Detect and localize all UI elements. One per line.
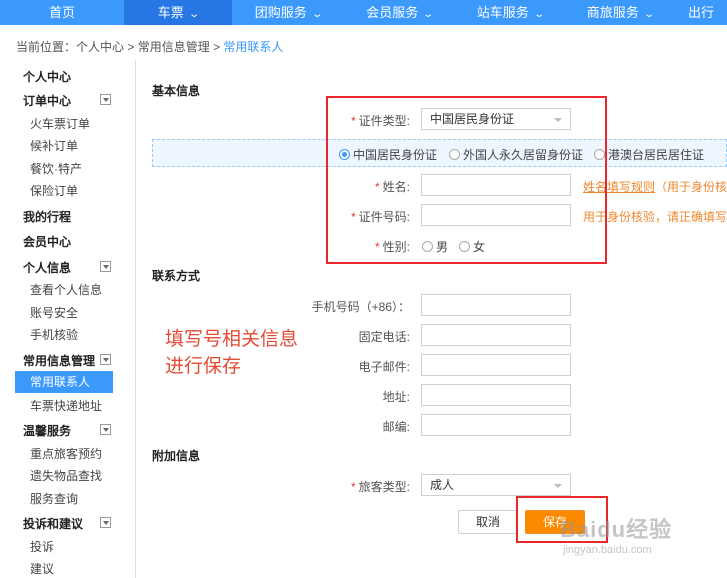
name-hint-text: （用于身份核 [655, 180, 727, 194]
chevron-down-icon [554, 484, 562, 488]
landline-label: 固定电话: [358, 330, 410, 344]
email-input[interactable] [421, 354, 571, 376]
chevron-down-icon: ⌄ [643, 9, 655, 20]
sidebar-item-catering[interactable]: 餐饮·特产 [30, 160, 82, 177]
passenger-type-label-text: 旅客类型: [358, 480, 410, 494]
postcode-input[interactable] [421, 414, 571, 436]
chevron-down-icon: ⌄ [311, 9, 323, 20]
nav-business-travel[interactable]: 商旅服务 ⌄ [565, 0, 675, 25]
annotation-text: 填写号相关信息 进行保存 [165, 326, 298, 380]
sidebar-group-orders[interactable]: 订单中心 [23, 92, 71, 109]
sidebar-item-complaint[interactable]: 投诉 [30, 538, 54, 555]
watermark: Baidu经验 jingyan.baidu.com [560, 512, 673, 556]
sidebar-item-view-info[interactable]: 查看个人信息 [30, 281, 102, 298]
sidebar-item-suggestion[interactable]: 建议 [30, 560, 54, 577]
sidebar-group-care-services[interactable]: 温馨服务 [23, 422, 71, 439]
watermark-url: jingyan.baidu.com [563, 544, 652, 556]
sidebar-group-member-center[interactable]: 会员中心 [23, 233, 71, 250]
section-extra-info: 附加信息 [152, 449, 201, 463]
nav-group-service[interactable]: 团购服务 ⌄ [232, 0, 344, 25]
sidebar-group-personal-center[interactable]: 个人中心 [23, 68, 71, 85]
nav-station-service[interactable]: 站车服务 ⌄ [455, 0, 565, 25]
nav-label: 团购服务 [254, 5, 307, 20]
breadcrumb-item[interactable]: 常用信息管理 [138, 40, 210, 54]
sidebar-item-common-contacts[interactable]: 常用联系人 [15, 371, 113, 393]
collapse-toggle-icon[interactable] [100, 517, 111, 528]
chevron-down-icon: ⌄ [533, 9, 545, 20]
sidebar-item-insurance-orders[interactable]: 保险订单 [30, 182, 78, 199]
passenger-type-label: * 旅客类型: [351, 478, 410, 495]
email-label: 电子邮件: [358, 360, 410, 374]
nav-label: 商旅服务 [586, 5, 639, 20]
landline-input[interactable] [421, 324, 571, 346]
required-mark: * [350, 480, 356, 494]
sidebar: 个人中心 订单中心 火车票订单 候补订单 餐饮·特产 保险订单 我的行程 会员中… [0, 60, 136, 578]
collapse-toggle-icon[interactable] [100, 424, 111, 435]
highlight-box-basic-info [326, 96, 607, 264]
annotation-line: 填写号相关信息 [165, 328, 299, 350]
chevron-down-icon: ⌄ [422, 9, 435, 20]
sidebar-item-service-query[interactable]: 服务查询 [30, 490, 78, 507]
nav-label: 站车服务 [476, 5, 529, 20]
postcode-label: 邮编: [382, 420, 410, 434]
top-nav: 首页 车票 ⌄ 团购服务 ⌄ 会员服务 ⌄ 站车服务 ⌄ 商旅服务 ⌄ 出行 [0, 0, 727, 25]
breadcrumb-separator: > [209, 40, 224, 54]
collapse-toggle-icon[interactable] [100, 94, 111, 105]
section-basic-info: 基本信息 [152, 84, 201, 98]
collapse-toggle-icon[interactable] [100, 354, 111, 365]
breadcrumb-prefix: 当前位置： [16, 40, 77, 54]
sidebar-group-common-info[interactable]: 常用信息管理 [23, 352, 95, 369]
nav-tickets[interactable]: 车票 ⌄ [124, 0, 232, 25]
annotation-line: 进行保存 [165, 355, 242, 377]
sidebar-item-train-orders[interactable]: 火车票订单 [30, 115, 90, 132]
address-label: 地址: [382, 390, 410, 404]
passenger-type-value: 成人 [430, 478, 455, 492]
phone-input[interactable] [421, 294, 571, 316]
nav-travel[interactable]: 出行 [675, 0, 727, 25]
sidebar-item-priority-booking[interactable]: 重点旅客预约 [30, 445, 102, 462]
sidebar-item-phone-verify[interactable]: 手机核验 [30, 326, 78, 343]
sidebar-item-delivery-address[interactable]: 车票快递地址 [30, 397, 102, 414]
chevron-down-icon: ⌄ [188, 9, 200, 20]
breadcrumb: 当前位置：个人中心 > 常用信息管理 > 常用联系人 [16, 38, 283, 55]
sidebar-item-waitlist-orders[interactable]: 候补订单 [30, 137, 78, 154]
breadcrumb-separator: > [124, 40, 138, 54]
nav-member-service[interactable]: 会员服务 ⌄ [344, 0, 455, 25]
passenger-type-select[interactable]: 成人 [421, 474, 571, 496]
nav-home[interactable]: 首页 [0, 0, 124, 25]
breadcrumb-current: 常用联系人 [223, 40, 284, 54]
nav-label: 首页 [48, 5, 75, 20]
sidebar-item-account-security[interactable]: 账号安全 [30, 304, 78, 321]
radio-hmt-permit[interactable]: 港澳台居民居住证 [594, 146, 704, 163]
sidebar-group-personal-info[interactable]: 个人信息 [23, 259, 71, 276]
radio-label: 港澳台居民居住证 [608, 148, 705, 162]
section-contact: 联系方式 [152, 269, 201, 283]
cancel-button[interactable]: 取消 [458, 510, 518, 534]
sidebar-group-my-trips[interactable]: 我的行程 [23, 208, 71, 225]
sidebar-item-lost-found[interactable]: 遗失物品查找 [30, 467, 102, 484]
collapse-toggle-icon[interactable] [100, 261, 111, 272]
nav-label: 出行 [687, 5, 714, 20]
breadcrumb-item[interactable]: 个人中心 [76, 40, 124, 54]
watermark-brand: Baidu经验 [560, 517, 673, 542]
address-input[interactable] [421, 384, 571, 406]
nav-label: 车票 [157, 5, 184, 20]
sidebar-group-feedback[interactable]: 投诉和建议 [23, 515, 83, 532]
nav-label: 会员服务 [366, 5, 419, 20]
phone-label: 手机号码（+86）： [311, 300, 410, 314]
